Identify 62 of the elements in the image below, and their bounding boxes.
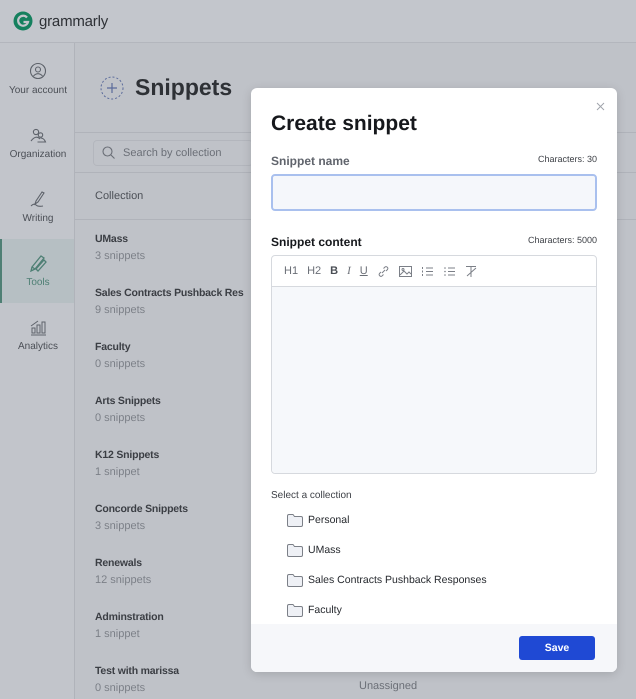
sidebar-item[interactable]: Your account (0, 47, 74, 111)
collection-name[interactable]: Test with marissa (95, 664, 179, 676)
link-icon[interactable] (376, 264, 390, 278)
bullet-list-icon[interactable] (442, 264, 456, 278)
format-button[interactable]: H2 (307, 265, 322, 277)
collection-option[interactable]: Personal (308, 514, 350, 526)
search-icon (102, 146, 115, 159)
snippet-count: 3 snippets (95, 520, 146, 532)
dialog-title: Create snippet (271, 112, 418, 136)
snippet-count: 9 snippets (95, 304, 146, 316)
snippet-count: 1 snippet (95, 466, 140, 478)
collection-name[interactable]: K12 Snippets (95, 448, 160, 460)
pen-icon (29, 190, 47, 208)
snippet-count: 12 snippets (95, 574, 152, 586)
collection-option[interactable]: Faculty (308, 604, 342, 616)
collection-status: Unassigned (359, 680, 418, 692)
column-header: Collection (95, 190, 144, 202)
people-icon (29, 126, 47, 144)
logo-text: grammarly (39, 12, 108, 30)
character-limit: Characters: 5000 (528, 235, 597, 245)
sidebar-item[interactable]: Organization (0, 111, 74, 175)
collection-name[interactable]: Renewals (95, 556, 142, 568)
folder-icon (287, 574, 303, 586)
format-button[interactable]: B (330, 265, 338, 277)
snippet-count: 0 snippets (95, 358, 146, 370)
collection-name[interactable]: Sales Contracts Pushback Res (95, 286, 244, 298)
character-limit: Characters: 30 (538, 154, 597, 164)
collection-name[interactable]: Arts Snippets (95, 394, 161, 406)
numbered-list-icon[interactable] (420, 264, 434, 278)
snippet-count: 3 snippets (95, 250, 146, 262)
folder-icon (287, 514, 303, 526)
page-title: Snippets (135, 74, 232, 101)
snippet-count: 0 snippets (95, 682, 146, 694)
grammarly-logo-icon (13, 11, 33, 31)
pencils-icon (29, 254, 47, 272)
format-button[interactable]: I (347, 265, 351, 277)
collection-option[interactable]: UMass (308, 544, 341, 556)
field-label: Snippet name (271, 154, 350, 168)
clear-format-icon[interactable] (464, 264, 478, 278)
collection-label: Select a collection (271, 490, 353, 501)
image-icon[interactable] (398, 264, 412, 278)
add-icon[interactable] (99, 74, 125, 100)
account-icon (29, 62, 47, 80)
snippet-count: 0 snippets (95, 412, 146, 424)
bar-chart-icon (29, 318, 47, 336)
snippet-name-field[interactable] (271, 174, 597, 211)
collection-option[interactable]: Sales Contracts Pushback Responses (308, 574, 487, 586)
sidebar-item[interactable]: Analytics (0, 303, 74, 367)
sidebar-item[interactable]: Writing (0, 175, 74, 239)
close-icon[interactable] (596, 102, 605, 111)
folder-icon (287, 604, 303, 616)
field-label: Snippet content (271, 235, 362, 249)
collection-name[interactable]: Concorde Snippets (95, 502, 188, 514)
collection-name[interactable]: Faculty (95, 340, 130, 352)
format-button[interactable]: U (360, 265, 368, 277)
collection-name[interactable]: Adminstration (95, 610, 164, 622)
format-button[interactable]: H1 (284, 265, 298, 277)
snippet-content-field[interactable] (272, 287, 596, 473)
collection-name[interactable]: UMass (95, 232, 128, 244)
snippet-count: 1 snippet (95, 628, 140, 640)
folder-icon (287, 544, 303, 556)
save-button[interactable]: Save (519, 636, 595, 660)
